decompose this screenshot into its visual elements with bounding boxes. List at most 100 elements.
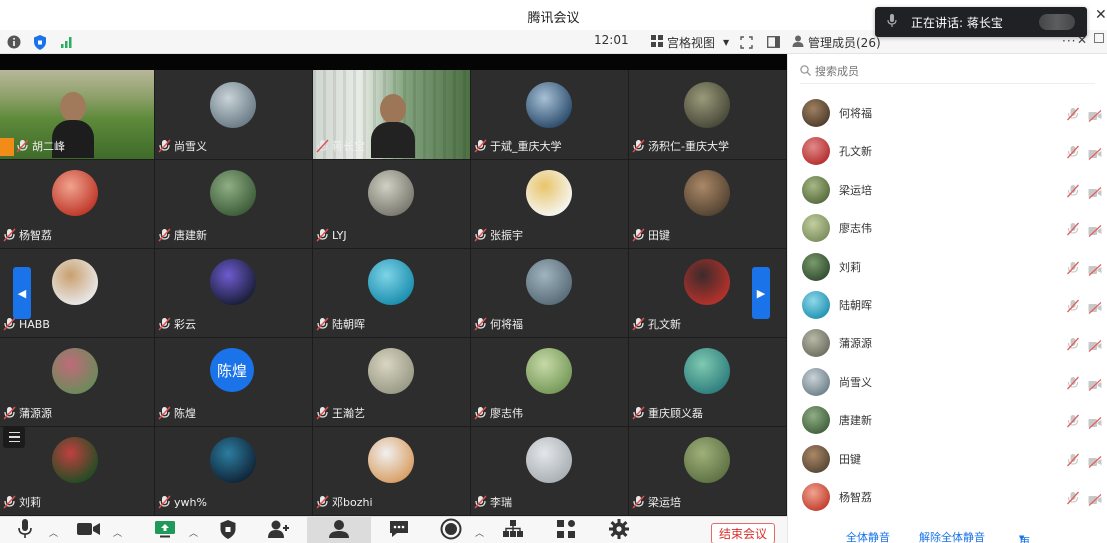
video-off-icon[interactable]: [1088, 491, 1102, 506]
member-row[interactable]: 唐建新: [802, 405, 1102, 435]
manage-members-tab[interactable]: 管理成员(26): [792, 32, 881, 52]
breakout-button[interactable]: [500, 519, 526, 543]
video-tile[interactable]: 廖志伟: [471, 338, 629, 427]
sidebar-toggle-icon[interactable]: [764, 33, 782, 51]
speaking-text: 正在讲话: 蒋长宝: [911, 15, 1003, 30]
settings-button[interactable]: [606, 519, 632, 543]
video-tile[interactable]: 陆朝晖: [313, 249, 471, 338]
muted-mic-icon: [158, 228, 171, 242]
video-tile[interactable]: 邓bozhi: [313, 427, 471, 516]
prev-page-button[interactable]: ◀: [13, 267, 31, 319]
panel-popout-icon[interactable]: [1094, 33, 1104, 46]
video-tile[interactable]: 张振宇: [471, 160, 629, 249]
member-search[interactable]: [800, 60, 1095, 84]
participant-label: 胡二峰: [16, 138, 65, 154]
video-tile[interactable]: 陈煌 陈煌: [155, 338, 313, 427]
muted-mic-icon[interactable]: [1066, 413, 1080, 428]
member-row[interactable]: 陆朝晖: [802, 290, 1102, 320]
view-mode-dropdown[interactable]: 宫格视图 ▼: [651, 32, 729, 52]
video-off-icon[interactable]: [1088, 376, 1102, 391]
video-off-icon[interactable]: [1088, 145, 1102, 161]
member-row[interactable]: 梁运培: [802, 175, 1102, 205]
video-tile[interactable]: 汤积仁-重庆大学: [629, 70, 787, 160]
muted-mic-icon[interactable]: [1066, 144, 1080, 159]
video-tile[interactable]: 彩云: [155, 249, 313, 338]
end-meeting-button[interactable]: 结束会议: [711, 523, 775, 543]
video-off-icon[interactable]: [1088, 337, 1102, 353]
video-tile[interactable]: 王瀚艺: [313, 338, 471, 427]
apps-button[interactable]: [553, 519, 579, 543]
member-search-input[interactable]: [815, 65, 1075, 78]
record-options-caret[interactable]: ︿: [475, 526, 484, 539]
fullscreen-icon[interactable]: [737, 33, 755, 51]
muted-mic-icon[interactable]: [1066, 298, 1080, 313]
security-shield-icon[interactable]: [31, 33, 49, 51]
mic-options-caret[interactable]: ︿: [49, 526, 58, 539]
member-row[interactable]: 何将福: [802, 98, 1102, 128]
video-tile[interactable]: 于斌_重庆大学: [471, 70, 629, 160]
member-name: 何将福: [839, 107, 872, 120]
record-button[interactable]: [438, 518, 464, 543]
muted-mic-icon[interactable]: [1066, 336, 1080, 351]
muted-mic-icon[interactable]: [1066, 490, 1080, 505]
manage-members-label: 管理成员(26): [808, 35, 881, 50]
list-toggle-button[interactable]: [3, 426, 25, 448]
participant-name: HABB: [19, 317, 50, 331]
participant-name: LYJ: [332, 228, 347, 242]
signal-strength-icon[interactable]: [58, 33, 76, 51]
video-tile[interactable]: 梁运培: [629, 427, 787, 516]
muted-mic-icon: [474, 317, 487, 331]
video-tile[interactable]: 唐建新: [155, 160, 313, 249]
member-row[interactable]: 田键: [802, 444, 1102, 474]
video-tile[interactable]: 蒲源源: [0, 338, 155, 427]
security-button[interactable]: [216, 519, 240, 543]
video-off-icon[interactable]: [1088, 414, 1102, 430]
video-off-icon[interactable]: [1088, 453, 1102, 468]
muted-mic-icon[interactable]: [1066, 452, 1080, 467]
muted-mic-icon[interactable]: [1066, 221, 1080, 236]
window-close-button[interactable]: ✕: [1095, 7, 1107, 23]
video-tile[interactable]: 蒋长宝: [313, 70, 471, 160]
video-off-icon[interactable]: [1088, 222, 1102, 238]
participant-name: 蒋长宝: [332, 140, 365, 153]
muted-mic-icon[interactable]: [1066, 106, 1080, 121]
video-tile[interactable]: ywh%: [155, 427, 313, 516]
mute-all-button[interactable]: 全体静音: [846, 529, 890, 543]
info-icon[interactable]: [5, 33, 23, 51]
video-tile[interactable]: 重庆顾义磊: [629, 338, 787, 427]
camera-options-caret[interactable]: ︿: [113, 526, 122, 539]
member-row[interactable]: 廖志伟: [802, 213, 1102, 243]
muted-mic-icon[interactable]: [1066, 183, 1080, 198]
chat-button[interactable]: [386, 519, 412, 543]
video-tile[interactable]: LYJ: [313, 160, 471, 249]
video-tile[interactable]: 何将福: [471, 249, 629, 338]
share-options-caret[interactable]: ︿: [189, 526, 198, 539]
unmute-all-button[interactable]: 解除全体静音: [919, 529, 985, 543]
video-tile[interactable]: 尚雪义: [155, 70, 313, 160]
camera-button[interactable]: [76, 519, 102, 543]
video-off-icon[interactable]: [1088, 261, 1102, 276]
video-tile[interactable]: 田键: [629, 160, 787, 249]
video-tile[interactable]: 杨智荔: [0, 160, 155, 249]
video-tile[interactable]: 胡二峰: [0, 70, 155, 160]
member-row[interactable]: 尚雪义: [802, 367, 1102, 397]
member-row[interactable]: 杨智荔: [802, 482, 1102, 512]
invite-button[interactable]: [266, 519, 292, 543]
shield-icon: [220, 519, 236, 543]
muted-mic-icon[interactable]: [1066, 375, 1080, 390]
share-screen-button[interactable]: [152, 519, 178, 543]
member-row[interactable]: 刘莉: [802, 252, 1102, 282]
video-tile[interactable]: 李瑞: [471, 427, 629, 516]
next-page-button[interactable]: ▶: [752, 267, 770, 319]
muted-mic-icon[interactable]: [1066, 260, 1080, 275]
member-name: 陆朝晖: [839, 299, 872, 312]
muted-mic-icon: [632, 317, 645, 331]
video-off-icon[interactable]: [1088, 299, 1102, 314]
video-off-icon[interactable]: [1088, 184, 1102, 199]
video-off-icon[interactable]: [1088, 107, 1102, 122]
participants-button[interactable]: [325, 519, 353, 543]
member-avatar: [802, 444, 830, 473]
microphone-button[interactable]: [14, 519, 36, 543]
member-row[interactable]: 蒲源源: [802, 328, 1102, 358]
member-row[interactable]: 孔文新: [802, 136, 1102, 166]
